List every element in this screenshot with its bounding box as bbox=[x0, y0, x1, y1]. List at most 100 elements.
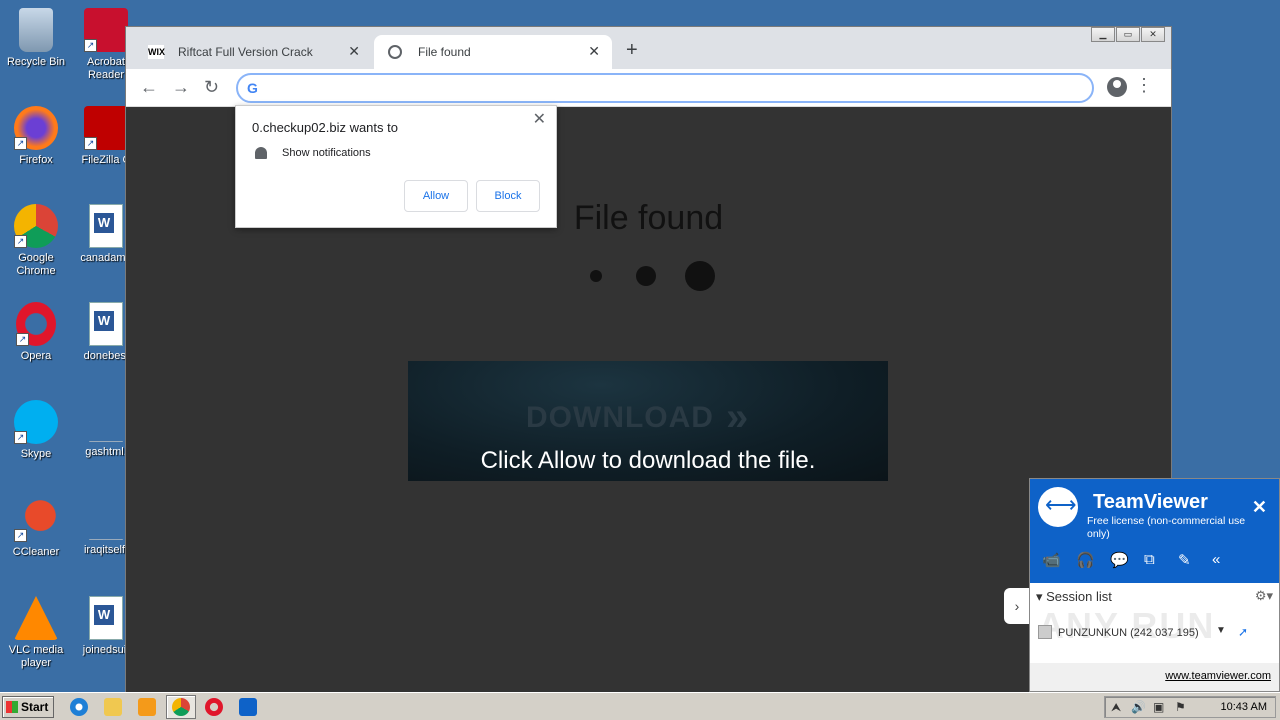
allow-button[interactable]: Allow bbox=[404, 180, 468, 212]
popup-close-icon[interactable]: ✕ bbox=[533, 109, 546, 129]
avatar bbox=[1038, 625, 1052, 639]
bell-icon bbox=[255, 147, 267, 159]
ie-icon[interactable] bbox=[70, 698, 88, 716]
window-controls: ▁ ▭ ✕ bbox=[1090, 27, 1165, 42]
popup-message: Show notifications bbox=[282, 147, 371, 159]
download-banner[interactable]: DOWNLOAD » Click Allow to download the f… bbox=[408, 361, 888, 481]
desktop-icon-label: Skype bbox=[20, 448, 52, 460]
opera-icon: ↗ bbox=[16, 302, 56, 346]
acrobat-reader-icon: ↗ bbox=[84, 8, 128, 52]
system-tray: ⮝ 🔊 ▣ ⚑ 10:43 AM bbox=[1104, 696, 1276, 718]
filezilla-icon: ↗ bbox=[84, 106, 128, 150]
word-doc-icon bbox=[89, 302, 123, 346]
show-hidden-icons-icon[interactable]: ⮝ bbox=[1111, 700, 1121, 715]
wix-favicon-icon: WIX bbox=[148, 45, 165, 59]
file-icon bbox=[89, 538, 123, 540]
partner-label: PUNZUNKUN (242 037 195) bbox=[1058, 627, 1199, 639]
tab-strip: WIX Riftcat Full Version Crack ✕ File fo… bbox=[126, 27, 1171, 69]
opera-icon[interactable] bbox=[205, 698, 223, 716]
teamviewer-expand-button[interactable]: › bbox=[1004, 588, 1030, 624]
teamviewer-toolbar: 📹 🎧 💬 ⧉ ✎ « bbox=[1042, 551, 1246, 569]
teamviewer-footer: www.teamviewer.com bbox=[1030, 663, 1279, 691]
file-icon bbox=[89, 440, 123, 442]
desktop-icon-recycle-bin[interactable]: Recycle Bin bbox=[0, 8, 72, 69]
skype-icon: ↗ bbox=[14, 400, 58, 444]
tab-riftcat[interactable]: WIX Riftcat Full Version Crack ✕ bbox=[134, 35, 372, 69]
new-tab-button[interactable]: + bbox=[626, 39, 638, 62]
desktop-icon-firefox[interactable]: ↗ Firefox bbox=[0, 106, 72, 167]
start-button[interactable]: Start bbox=[2, 696, 54, 718]
teamviewer-panel: TeamViewer Free license (non-commercial … bbox=[1029, 478, 1280, 692]
chat-icon[interactable]: 💬 bbox=[1110, 551, 1144, 569]
desktop-icon-label: canadame bbox=[80, 252, 132, 264]
chrome-taskbar-button[interactable] bbox=[166, 695, 196, 719]
files-icon[interactable]: ⧉ bbox=[1144, 551, 1178, 569]
video-icon[interactable]: 📹 bbox=[1042, 551, 1076, 569]
desktop-icon-label: Firefox bbox=[19, 154, 53, 166]
desktop-icon-vlc[interactable]: VLC media player bbox=[0, 596, 72, 670]
desktop-icon-label: FileZilla C bbox=[81, 154, 131, 166]
reload-button[interactable]: ↻ bbox=[204, 77, 219, 98]
minimize-button[interactable]: ▁ bbox=[1091, 27, 1115, 42]
clock[interactable]: 10:43 AM bbox=[1221, 701, 1267, 713]
popup-title: 0.checkup02.biz wants to bbox=[252, 120, 398, 135]
download-label: DOWNLOAD bbox=[526, 401, 714, 434]
account-icon[interactable] bbox=[1107, 77, 1127, 97]
action-center-flag-icon[interactable]: ⚑ bbox=[1175, 700, 1186, 714]
network-icon[interactable]: ▣ bbox=[1153, 700, 1164, 714]
teamviewer-logo-icon bbox=[1038, 487, 1078, 527]
desktop-icon-label: VLC media player bbox=[8, 644, 64, 669]
desktop-icon-google-chrome[interactable]: ↗ Google Chrome bbox=[0, 204, 72, 278]
chrome-icon bbox=[172, 698, 190, 716]
address-bar[interactable]: G bbox=[236, 73, 1094, 103]
teamviewer-taskbar-icon[interactable] bbox=[239, 698, 257, 716]
chevron-down-icon[interactable]: ▼ bbox=[1216, 625, 1226, 636]
notification-permission-popup: 0.checkup02.biz wants to ✕ Show notifica… bbox=[235, 105, 557, 228]
browser-menu-button[interactable]: ⋮ bbox=[1135, 76, 1153, 94]
loading-dot bbox=[685, 261, 715, 291]
close-window-button[interactable]: ✕ bbox=[1141, 27, 1165, 42]
desktop-icon-label: Recycle Bin bbox=[6, 56, 66, 68]
taskbar: Start ⮝ 🔊 ▣ ⚑ 10:43 AM bbox=[0, 692, 1280, 720]
desktop-icon-ccleaner[interactable]: ↗ CCleaner bbox=[0, 498, 72, 559]
desktop-icon-opera[interactable]: ↗ Opera bbox=[0, 302, 72, 363]
back-button[interactable]: ← bbox=[140, 77, 158, 98]
desktop-icon-label: Opera bbox=[20, 350, 52, 362]
session-list-header[interactable]: ▾ Session list bbox=[1036, 589, 1112, 605]
media-player-icon[interactable] bbox=[138, 698, 156, 716]
chrome-icon: ↗ bbox=[14, 204, 58, 248]
headset-icon[interactable]: 🎧 bbox=[1076, 551, 1110, 569]
explorer-icon[interactable] bbox=[104, 698, 122, 716]
desktop-icon-label: joinedsuit bbox=[82, 644, 130, 656]
loading-dot bbox=[590, 270, 602, 282]
collapse-icon[interactable]: « bbox=[1212, 551, 1246, 569]
desktop-icon-label: Acrobat Reader bbox=[87, 56, 125, 81]
recycle-bin-icon bbox=[19, 8, 53, 52]
browser-toolbar: ← → ↻ G ⋮ bbox=[126, 69, 1171, 107]
google-g-icon: G bbox=[247, 80, 258, 96]
desktop-icon-label: Google Chrome bbox=[16, 252, 56, 277]
tab-close-icon[interactable]: ✕ bbox=[588, 43, 600, 60]
gear-icon[interactable]: ⚙▾ bbox=[1255, 588, 1273, 604]
tab-close-icon[interactable]: ✕ bbox=[348, 43, 360, 60]
volume-icon[interactable]: 🔊 bbox=[1131, 700, 1146, 714]
double-chevron-icon: » bbox=[726, 395, 749, 439]
desktop-icon-label: iraqitself. bbox=[83, 544, 129, 556]
forward-button[interactable]: → bbox=[172, 77, 190, 98]
pointer-icon[interactable]: ➚ bbox=[1238, 625, 1248, 639]
allow-instruction: Click Allow to download the file. bbox=[480, 447, 816, 474]
globe-icon bbox=[388, 45, 402, 59]
block-button[interactable]: Block bbox=[476, 180, 540, 212]
desktop-icon-label: CCleaner bbox=[12, 546, 60, 558]
teamviewer-header: TeamViewer Free license (non-commercial … bbox=[1030, 479, 1279, 583]
session-partner[interactable]: PUNZUNKUN (242 037 195) bbox=[1038, 625, 1199, 639]
teamviewer-license: Free license (non-commercial use only) bbox=[1087, 515, 1246, 540]
desktop-icon-skype[interactable]: ↗ Skype bbox=[0, 400, 72, 461]
teamviewer-close-icon[interactable]: ✕ bbox=[1252, 497, 1267, 518]
loading-dot bbox=[636, 266, 656, 286]
tab-title: File found bbox=[418, 45, 471, 59]
tab-file-found[interactable]: File found ✕ bbox=[374, 35, 612, 69]
teamviewer-website-link[interactable]: www.teamviewer.com bbox=[1165, 670, 1271, 682]
whiteboard-icon[interactable]: ✎ bbox=[1178, 551, 1212, 569]
maximize-button[interactable]: ▭ bbox=[1116, 27, 1140, 42]
